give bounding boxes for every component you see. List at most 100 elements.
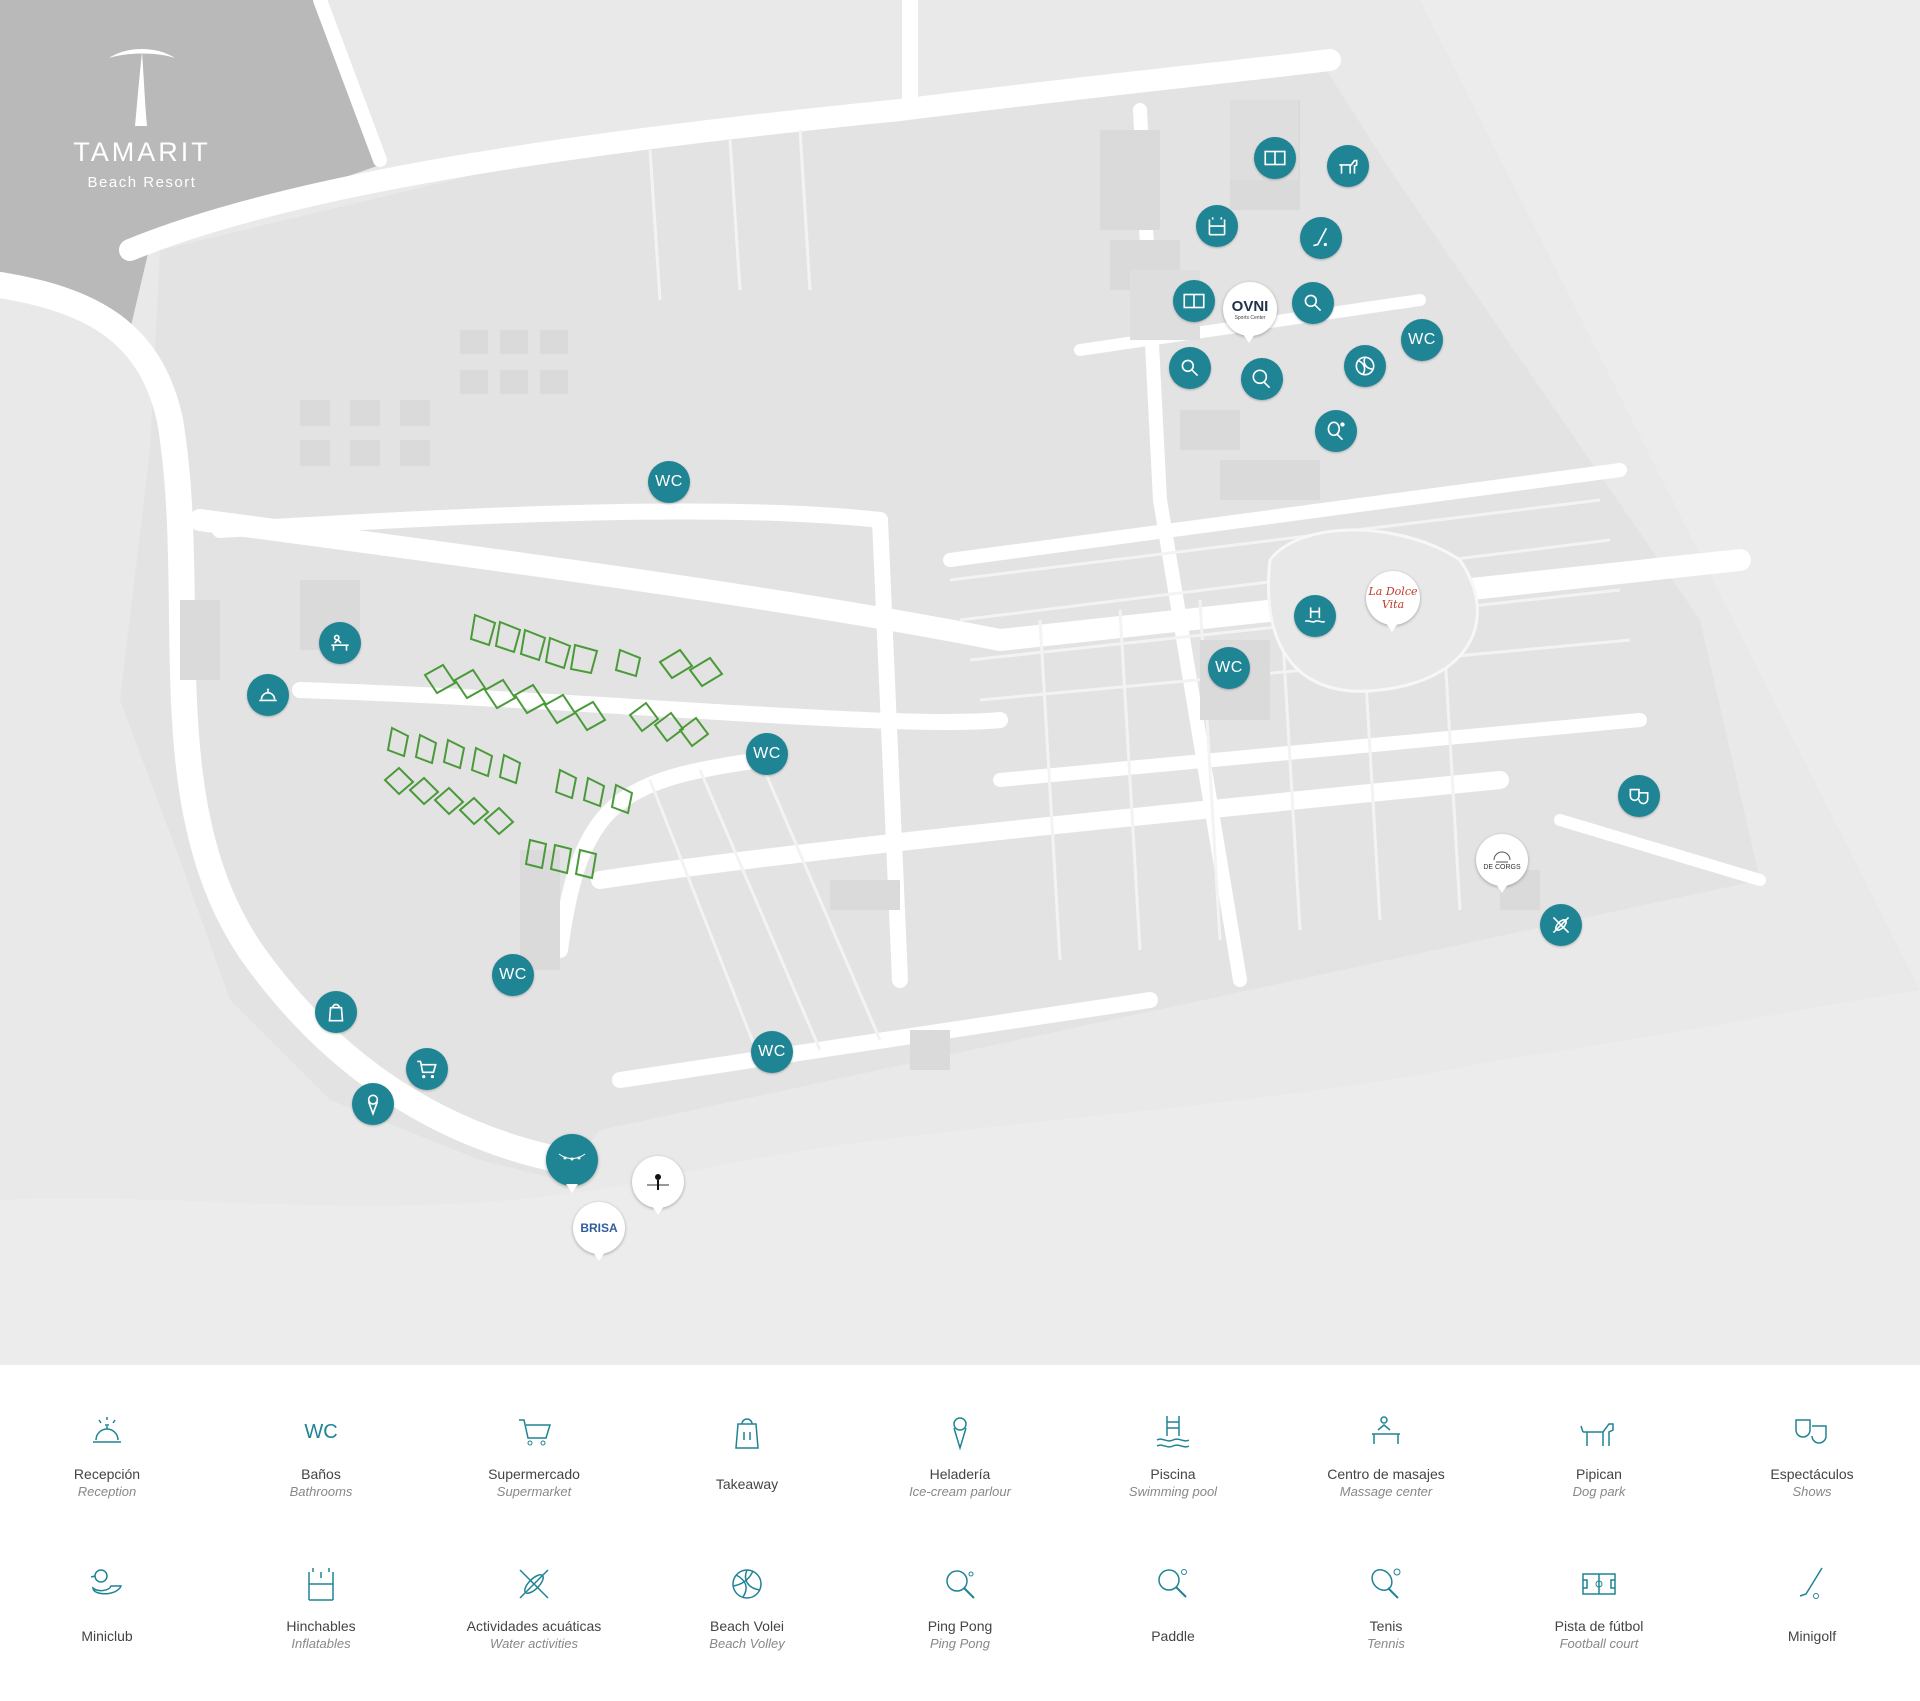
ice-cream-icon <box>953 1417 967 1451</box>
legend-label-en: Bathrooms <box>289 1484 353 1499</box>
legend-label-es: Beach Volei <box>710 1618 784 1634</box>
legend-label-es: Pipican <box>1576 1466 1622 1482</box>
wc-icon: WC <box>304 1421 338 1443</box>
legend-label-en: Dog park <box>1572 1484 1626 1499</box>
massage-pin[interactable] <box>319 622 361 664</box>
legend-item-massage: Centro de masajes Massage center <box>1281 1410 1491 1499</box>
legend-label-es: Takeaway <box>715 1476 779 1492</box>
takeaway-bag-icon <box>328 1003 344 1022</box>
reception-pin[interactable] <box>247 674 289 716</box>
wc-pin[interactable]: WC <box>1208 647 1250 689</box>
legend-label-es: Miniclub <box>81 1628 133 1644</box>
legend-label-es: Paddle <box>1151 1628 1195 1644</box>
minigolf-icon <box>1799 1567 1823 1599</box>
legend-item-takeaway: Takeaway <box>642 1410 852 1492</box>
volleyball-icon <box>1355 356 1375 376</box>
legend-label-es: Ping Pong <box>927 1618 993 1634</box>
cart-icon <box>519 1419 552 1446</box>
legend-label-es: Actividades acuáticas <box>466 1618 602 1634</box>
brisa-name: BRISA <box>580 1221 618 1235</box>
paddle-pin-2[interactable] <box>1169 347 1211 389</box>
legend-item-bathrooms: WC Baños Bathrooms <box>216 1410 426 1499</box>
restaurant-venue-pin[interactable] <box>546 1134 598 1193</box>
legend-item-dog-park: Pipican Dog park <box>1494 1410 1704 1499</box>
football-pin-2[interactable] <box>1173 280 1215 322</box>
beach-volley-pin[interactable] <box>1344 345 1386 387</box>
takeaway-pin[interactable] <box>315 991 357 1033</box>
wc-pin[interactable]: WC <box>648 461 690 503</box>
map-base <box>0 0 1920 1365</box>
bar-logo-icon <box>647 1174 669 1190</box>
legend-label-en: Inflatables <box>291 1636 351 1651</box>
bunting-icon <box>558 1153 586 1161</box>
paddle-pin[interactable] <box>1292 282 1334 324</box>
ovni-sub: Sports Center <box>1234 314 1266 321</box>
paddle-icon <box>1181 359 1199 377</box>
wc-pin[interactable]: WC <box>492 954 534 996</box>
legend-label-es: Baños <box>301 1466 341 1482</box>
masks-icon <box>1795 1419 1827 1444</box>
pingpong-icon <box>946 1570 975 1599</box>
supermarket-pin[interactable] <box>406 1048 448 1090</box>
legend-label-es: Pista de fútbol <box>1554 1618 1644 1634</box>
beach-club-logo-icon <box>1493 851 1511 862</box>
legend-label-es: Piscina <box>1150 1466 1196 1482</box>
legend-label-en: Water activities <box>490 1636 578 1651</box>
dolce-vita-venue-pin[interactable]: La Dolce Vita <box>1366 571 1420 632</box>
pool-pin[interactable] <box>1294 595 1336 637</box>
beach-club-venue-pin[interactable]: DE CORGS <box>1476 834 1528 893</box>
palm-logo-icon <box>109 49 175 126</box>
legend-item-ice-cream: Heladería Ice-cream parlour <box>855 1410 1065 1499</box>
water-activities-pin[interactable] <box>1540 904 1582 946</box>
bar-venue-pin[interactable] <box>632 1156 684 1215</box>
resort-map[interactable]: TAMARIT Beach Resort WC WC WC WC WC WC O… <box>0 0 1920 1365</box>
brand-subtitle: Beach Resort <box>87 174 197 191</box>
pingpong-pin[interactable] <box>1241 358 1283 400</box>
legend-item-pool: Piscina Swimming pool <box>1068 1410 1278 1499</box>
map-legend: Recepción Reception WC Baños Bathrooms S… <box>0 1365 1920 1701</box>
legend-item-ping-pong: Ping Pong Ping Pong <box>855 1562 1065 1651</box>
legend-label-es: Tenis <box>1369 1618 1403 1634</box>
massage-icon <box>1372 1416 1400 1444</box>
legend-label-en: Swimming pool <box>1128 1484 1218 1499</box>
tennis-icon <box>1327 421 1345 441</box>
football-court-icon <box>1264 150 1286 166</box>
football-court-icon <box>1183 293 1205 309</box>
legend-item-reception: Recepción Reception <box>2 1410 212 1499</box>
legend-item-tennis: Tenis Tennis <box>1281 1562 1491 1651</box>
kayak-icon <box>1552 916 1570 934</box>
dog-icon <box>1580 1423 1614 1446</box>
legend-label-es: Espectáculos <box>1770 1466 1854 1482</box>
inflatables-pin[interactable] <box>1196 205 1238 247</box>
masks-icon <box>1629 788 1649 805</box>
minigolf-pin[interactable] <box>1300 217 1342 259</box>
football-pin[interactable] <box>1254 137 1296 179</box>
ovni-venue-pin[interactable]: OVNI Sports Center <box>1223 282 1277 343</box>
wc-pin[interactable]: WC <box>751 1031 793 1073</box>
legend-label-en: Beach Volley <box>709 1636 785 1651</box>
legend-item-miniclub: Miniclub <box>2 1562 212 1644</box>
takeaway-bag-icon <box>735 1418 759 1449</box>
dog-park-pin[interactable] <box>1327 145 1369 187</box>
kayak-icon <box>519 1569 549 1599</box>
tennis-icon <box>1371 1568 1401 1599</box>
cart-icon <box>417 1060 437 1079</box>
legend-label-es: Supermercado <box>488 1466 580 1482</box>
ice-cream-pin[interactable] <box>352 1083 394 1125</box>
legend-item-paddle: Paddle <box>1068 1562 1278 1644</box>
beach-club-name: DE CORGS <box>1483 863 1521 871</box>
wc-pin[interactable]: WC <box>1401 319 1443 361</box>
inflatable-icon <box>1208 217 1226 236</box>
legend-label-en: Tennis <box>1367 1636 1405 1651</box>
wc-pin[interactable]: WC <box>746 733 788 775</box>
paddle-icon <box>1304 294 1322 312</box>
shows-pin[interactable] <box>1618 775 1660 817</box>
volleyball-icon <box>732 1569 762 1599</box>
ovni-name: OVNI <box>1231 297 1269 315</box>
legend-item-minigolf: Minigolf <box>1707 1562 1917 1644</box>
tennis-pin[interactable] <box>1315 410 1357 452</box>
legend-label-en: Reception <box>77 1484 137 1499</box>
brand-name: TAMARIT <box>73 137 211 167</box>
brisa-venue-pin[interactable]: BRISA <box>573 1202 625 1261</box>
legend-label-es: Heladería <box>929 1466 991 1482</box>
